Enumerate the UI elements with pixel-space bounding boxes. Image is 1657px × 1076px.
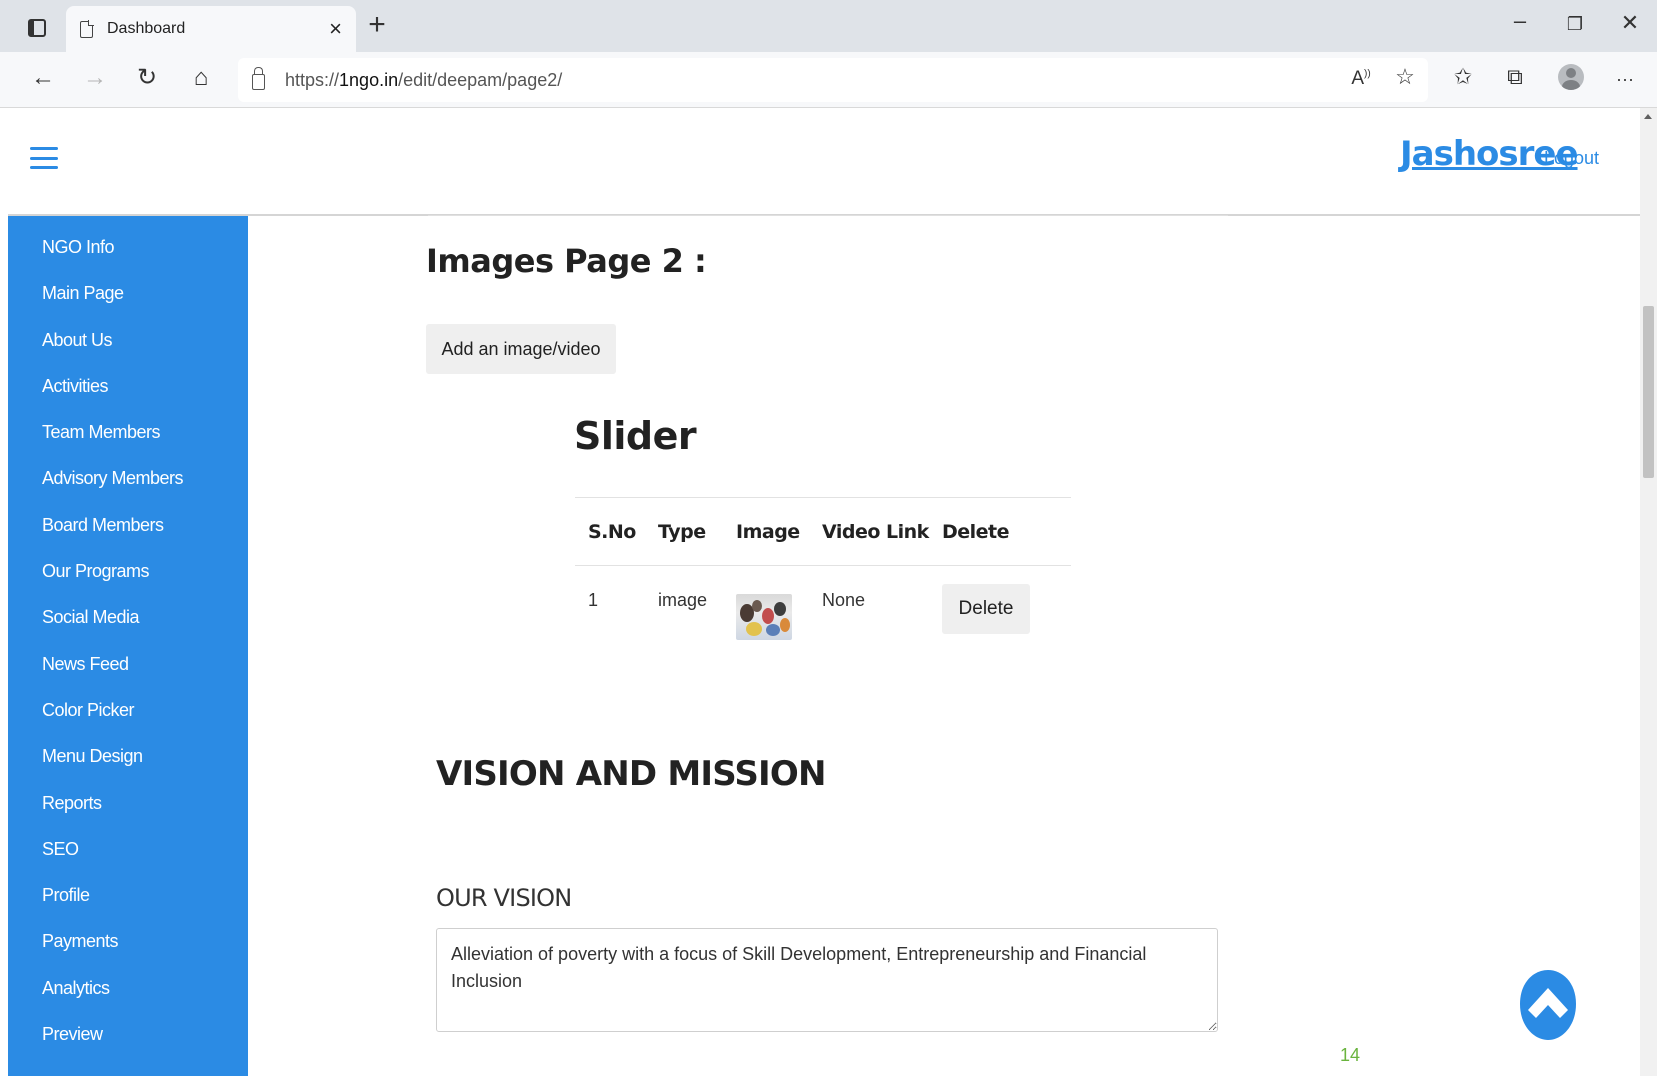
page-title: Images Page 2 : [426, 242, 707, 280]
page-icon [80, 19, 94, 38]
close-tab-icon[interactable]: × [329, 18, 342, 40]
tab-actions-icon [28, 19, 46, 37]
page-number: 14 [1340, 1045, 1361, 1065]
sidebar-item-seo[interactable]: SEO [8, 834, 248, 880]
browser-tab-dashboard[interactable]: Dashboard × [66, 6, 356, 52]
new-tab-button[interactable]: + [362, 10, 392, 40]
url-text: https://1ngo.in/edit/deepam/page2/ [285, 69, 563, 90]
sidebar-item-payments[interactable]: Payments [8, 926, 248, 972]
home-icon[interactable]: ⌂ [186, 66, 216, 90]
add-image-video-button[interactable]: Add an image/video [426, 324, 616, 374]
cell-type: image [658, 590, 708, 610]
restore-window-button[interactable]: ❐ [1555, 14, 1595, 35]
sidebar-item-profile[interactable]: Profile [8, 880, 248, 926]
slider-title: Slider [574, 414, 697, 458]
delete-button[interactable]: Delete [942, 584, 1030, 634]
cell-video-link: None [822, 590, 866, 610]
forward-arrow-icon[interactable]: → [80, 66, 110, 90]
page-scrollbar[interactable] [1640, 108, 1657, 1076]
table-row: 1 image None Delete [575, 566, 1071, 658]
lock-icon [252, 67, 265, 90]
tab-actions-button[interactable] [16, 14, 58, 42]
sidebar-item-news-feed[interactable]: News Feed [8, 649, 248, 695]
slider-table: S.No Type Image Video Link Delete 1 imag… [575, 497, 1071, 658]
sidebar-item-main-page[interactable]: Main Page [8, 278, 248, 324]
scrollbar-thumb[interactable] [1643, 306, 1654, 478]
our-vision-label: OUR VISION [436, 884, 572, 912]
sidebar-item-team-members[interactable]: Team Members [8, 417, 248, 463]
sidebar-item-about-us[interactable]: About Us [8, 325, 248, 371]
sidebar-item-our-programs[interactable]: Our Programs [8, 556, 248, 602]
column-header-video-link: Video Link [809, 497, 929, 566]
back-arrow-icon[interactable]: ← [28, 66, 58, 90]
sidebar-item-activities[interactable]: Activities [8, 371, 248, 417]
collections-icon[interactable]: ⧉ [1500, 66, 1530, 88]
add-favorite-icon[interactable]: ☆ [1390, 66, 1420, 88]
browser-titlebar: Dashboard × + – ❐ ✕ [0, 0, 1657, 52]
sidebar-item-ngo-info[interactable]: NGO Info [8, 232, 248, 278]
read-aloud-icon[interactable]: A)) [1346, 69, 1376, 88]
logout-link[interactable]: Logout [1544, 148, 1599, 169]
sidebar-item-menu-design[interactable]: Menu Design [8, 741, 248, 787]
sidebar-item-analytics[interactable]: Analytics [8, 973, 248, 1019]
profile-avatar-icon[interactable] [1556, 64, 1586, 90]
sidebar-item-board-members[interactable]: Board Members [8, 510, 248, 556]
browser-address-bar: ← → ↻ ⌂ https://1ngo.in/edit/deepam/page… [0, 52, 1657, 108]
cell-delete: Delete [929, 566, 1071, 658]
table-header-row: S.No Type Image Video Link Delete [575, 497, 1071, 566]
our-vision-textarea[interactable]: Alleviation of poverty with a focus of S… [436, 928, 1218, 1032]
column-header-delete: Delete [929, 497, 1071, 566]
sidebar-item-color-picker[interactable]: Color Picker [8, 695, 248, 741]
sidebar-item-social-media[interactable]: Social Media [8, 602, 248, 648]
tab-title: Dashboard [107, 20, 186, 37]
reload-icon[interactable]: ↻ [132, 66, 162, 90]
cell-image [723, 566, 809, 658]
column-header-sno: S.No [575, 497, 645, 566]
sidebar-item-preview[interactable]: Preview [8, 1019, 248, 1065]
hamburger-menu-icon[interactable] [30, 144, 58, 172]
url-input[interactable]: https://1ngo.in/edit/deepam/page2/ [238, 58, 1428, 102]
close-window-button[interactable]: ✕ [1610, 10, 1650, 36]
sidebar: NGO Info Main Page About Us Activities T… [8, 216, 248, 1076]
column-header-type: Type [645, 497, 723, 566]
more-options-icon[interactable]: ··· [1610, 70, 1640, 88]
vision-mission-heading: VISION AND MISSION [436, 754, 826, 794]
sidebar-item-advisory-members[interactable]: Advisory Members [8, 463, 248, 509]
scroll-up-arrow-icon[interactable] [1644, 114, 1652, 119]
sidebar-item-reports[interactable]: Reports [8, 788, 248, 834]
page-content: Jashosree Logout NGO Info Main Page Abou… [8, 108, 1640, 1076]
favorites-icon[interactable]: ✩ [1448, 66, 1478, 88]
minimize-window-button[interactable]: – [1500, 8, 1540, 34]
cell-sno: 1 [588, 590, 599, 610]
column-header-image: Image [723, 497, 809, 566]
slider-image-thumbnail[interactable] [736, 594, 792, 640]
scroll-to-top-icon[interactable] [1518, 968, 1578, 1042]
content-divider [428, 215, 1228, 216]
